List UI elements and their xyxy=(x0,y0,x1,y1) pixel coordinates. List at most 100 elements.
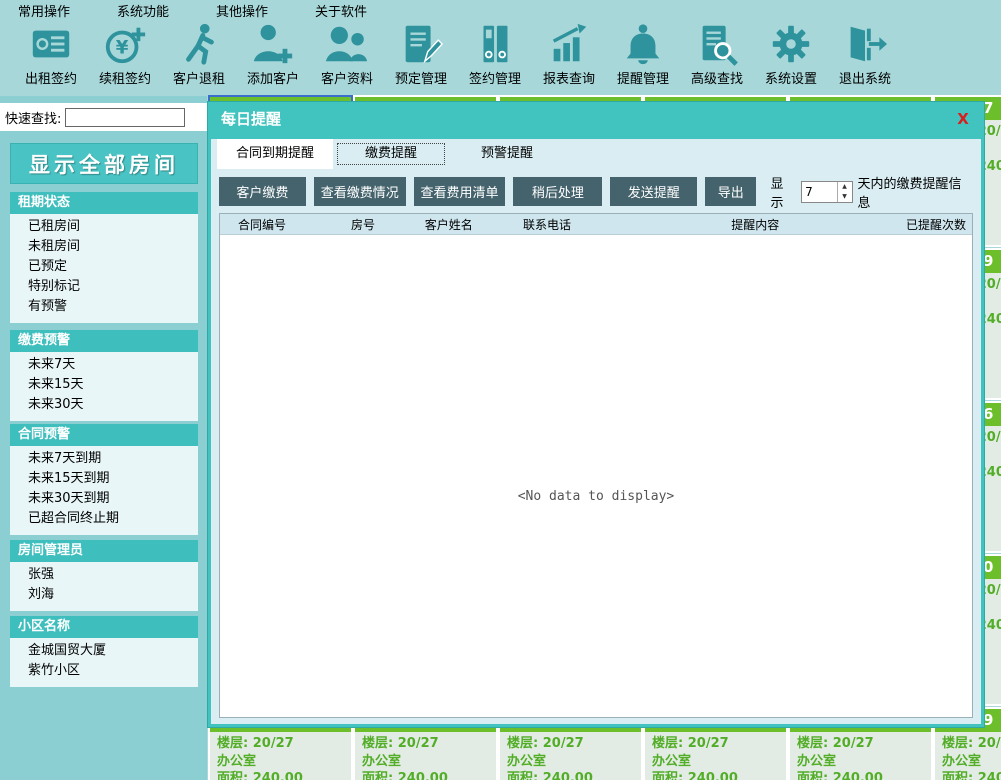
exit-system-icon xyxy=(842,21,888,67)
view-fee-list-button[interactable]: 查看费用清单 xyxy=(414,177,506,206)
tool-label: 出租签约 xyxy=(25,68,77,87)
tenant-checkout-icon xyxy=(176,21,222,67)
report-query-icon xyxy=(546,21,592,67)
filter-expire-30-days[interactable]: 未来30天到期 xyxy=(28,489,198,509)
tool-label: 提醒管理 xyxy=(617,68,669,87)
days-spinner-input[interactable] xyxy=(802,182,836,202)
tab-payment-reminder[interactable]: 缴费提醒 xyxy=(333,139,449,169)
section-header: 小区名称 xyxy=(10,616,198,638)
close-icon[interactable]: X xyxy=(954,110,972,128)
contract-management-icon xyxy=(472,21,518,67)
rent-sign-icon xyxy=(28,21,74,67)
filter-community-item[interactable]: 紫竹小区 xyxy=(28,661,198,681)
exit-system-button[interactable]: 退出系统 xyxy=(828,20,902,96)
column-contract-no[interactable]: 合同编号 xyxy=(220,216,343,233)
customer-info-icon xyxy=(324,21,370,67)
show-all-rooms-button[interactable]: 显示全部房间 xyxy=(10,143,198,184)
tool-label: 客户资料 xyxy=(321,68,373,87)
view-payment-status-button[interactable]: 查看缴费情况 xyxy=(314,177,406,206)
reminder-grid: 合同编号 房号 客户姓名 联系电话 提醒内容 已提醒次数 <No data to… xyxy=(219,213,973,718)
room-card-body: 楼层: 20/27办公室面积: 240.00 xyxy=(500,732,641,780)
filter-special-mark[interactable]: 特别标记 xyxy=(28,277,198,297)
daily-reminder-dialog: 每日提醒 X 合同到期提醒 缴费提醒 预警提醒 客户缴费 查看缴费情况 查看费用… xyxy=(207,101,985,728)
days-prefix-label: 显示 xyxy=(770,173,796,211)
menu-system-functions[interactable]: 系统功能 xyxy=(117,1,169,20)
section-community-name: 小区名称 金城国贸大厦 紫竹小区 xyxy=(10,616,198,687)
column-reminder-content[interactable]: 提醒内容 xyxy=(721,216,898,233)
advanced-search-icon xyxy=(694,21,740,67)
section-contract-warning: 合同预警 未来7天到期 未来15天到期 未来30天到期 已超合同终止期 xyxy=(10,424,198,535)
grid-header-row: 合同编号 房号 客户姓名 联系电话 提醒内容 已提醒次数 xyxy=(220,214,972,235)
filter-next-15-days[interactable]: 未来15天 xyxy=(28,375,198,395)
svg-text:¥: ¥ xyxy=(116,38,129,59)
renew-lease-button[interactable]: ¥ 续租签约 xyxy=(88,20,162,96)
add-customer-button[interactable]: 添加客户 xyxy=(236,20,310,96)
customer-payment-button[interactable]: 客户缴费 xyxy=(219,177,306,206)
rent-sign-button[interactable]: 出租签约 xyxy=(14,20,88,96)
filter-next-30-days[interactable]: 未来30天 xyxy=(28,395,198,415)
sidebar: 快速查找: 显示全部房间 租期状态 已租房间 未租房间 已预定 特别标记 有预警… xyxy=(0,96,207,780)
export-button[interactable]: 导出 xyxy=(705,177,756,206)
section-room-manager: 房间管理员 张强 刘海 xyxy=(10,540,198,611)
quick-find-input[interactable] xyxy=(65,108,185,127)
filter-has-warning[interactable]: 有预警 xyxy=(28,297,198,317)
dialog-title: 每日提醒 xyxy=(208,102,984,136)
advanced-search-button[interactable]: 高级查找 xyxy=(680,20,754,96)
contract-management-button[interactable]: 签约管理 xyxy=(458,20,532,96)
dialog-button-row: 客户缴费 查看缴费情况 查看费用清单 稍后处理 发送提醒 导出 显示 ▲ ▼ 天… xyxy=(219,177,973,206)
filter-over-contract-end[interactable]: 已超合同终止期 xyxy=(28,509,198,529)
filter-expire-7-days[interactable]: 未来7天到期 xyxy=(28,449,198,469)
system-settings-button[interactable]: 系统设置 xyxy=(754,20,828,96)
filter-reserved[interactable]: 已预定 xyxy=(28,257,198,277)
spinner-down-icon[interactable]: ▼ xyxy=(838,192,852,202)
room-card-body: 楼层: 20/27办公室面积: 240.00 xyxy=(355,732,496,780)
tab-warning-reminder[interactable]: 预警提醒 xyxy=(449,139,565,169)
column-phone[interactable]: 联系电话 xyxy=(515,216,721,233)
section-header: 租期状态 xyxy=(10,192,198,214)
filter-expire-15-days[interactable]: 未来15天到期 xyxy=(28,469,198,489)
renew-lease-icon: ¥ xyxy=(102,21,148,67)
room-card-body: 楼层: 20/27办公室面积: 240.00 xyxy=(210,732,351,780)
grid-empty-message: <No data to display> xyxy=(220,235,972,717)
column-reminded-count[interactable]: 已提醒次数 xyxy=(898,216,972,233)
filter-next-7-days[interactable]: 未来7天 xyxy=(28,355,198,375)
tab-bar: 合同到期提醒 缴费提醒 预警提醒 xyxy=(211,139,981,169)
filter-rented-rooms[interactable]: 已租房间 xyxy=(28,217,198,237)
tool-label: 高级查找 xyxy=(691,68,743,87)
toolbar: 出租签约 ¥ 续租签约 客户退租 添加客户 xyxy=(0,20,1001,96)
filter-vacant-rooms[interactable]: 未租房间 xyxy=(28,237,198,257)
reminder-management-button[interactable]: 提醒管理 xyxy=(606,20,680,96)
add-customer-icon xyxy=(250,21,296,67)
booking-management-button[interactable]: 预定管理 xyxy=(384,20,458,96)
column-room-no[interactable]: 房号 xyxy=(343,216,417,233)
section-header: 合同预警 xyxy=(10,424,198,446)
tool-label: 续租签约 xyxy=(99,68,151,87)
column-customer-name[interactable]: 客户姓名 xyxy=(417,216,515,233)
room-card-body: 楼层: 20/27办公室面积: 240.00 xyxy=(790,732,931,780)
section-header: 缴费预警 xyxy=(10,330,198,352)
tool-label: 退出系统 xyxy=(839,68,891,87)
dialog-content: 合同到期提醒 缴费提醒 预警提醒 客户缴费 查看缴费情况 查看费用清单 稍后处理… xyxy=(211,139,981,724)
customer-info-button[interactable]: 客户资料 xyxy=(310,20,384,96)
filter-community-item[interactable]: 金城国贸大厦 xyxy=(28,641,198,661)
tool-label: 客户退租 xyxy=(173,68,225,87)
tool-label: 添加客户 xyxy=(247,68,299,87)
section-payment-warning: 缴费预警 未来7天 未来15天 未来30天 xyxy=(10,330,198,421)
menu-about-software[interactable]: 关于软件 xyxy=(315,1,367,20)
handle-later-button[interactable]: 稍后处理 xyxy=(513,177,602,206)
filter-manager-item[interactable]: 刘海 xyxy=(28,585,198,605)
tool-label: 预定管理 xyxy=(395,68,447,87)
spinner-up-icon[interactable]: ▲ xyxy=(838,182,852,192)
menubar: 常用操作 系统功能 其他操作 关于软件 xyxy=(0,0,1001,20)
system-settings-icon xyxy=(768,21,814,67)
room-card-body: 楼层: 20/27办公室面积: 240.00 xyxy=(645,732,786,780)
menu-common-operations[interactable]: 常用操作 xyxy=(18,1,70,20)
send-reminder-button[interactable]: 发送提醒 xyxy=(610,177,697,206)
tab-contract-expiry-reminder[interactable]: 合同到期提醒 xyxy=(217,139,333,169)
filter-manager-item[interactable]: 张强 xyxy=(28,565,198,585)
menu-other-operations[interactable]: 其他操作 xyxy=(216,1,268,20)
tool-label: 签约管理 xyxy=(469,68,521,87)
tenant-checkout-button[interactable]: 客户退租 xyxy=(162,20,236,96)
booking-management-icon xyxy=(398,21,444,67)
report-query-button[interactable]: 报表查询 xyxy=(532,20,606,96)
